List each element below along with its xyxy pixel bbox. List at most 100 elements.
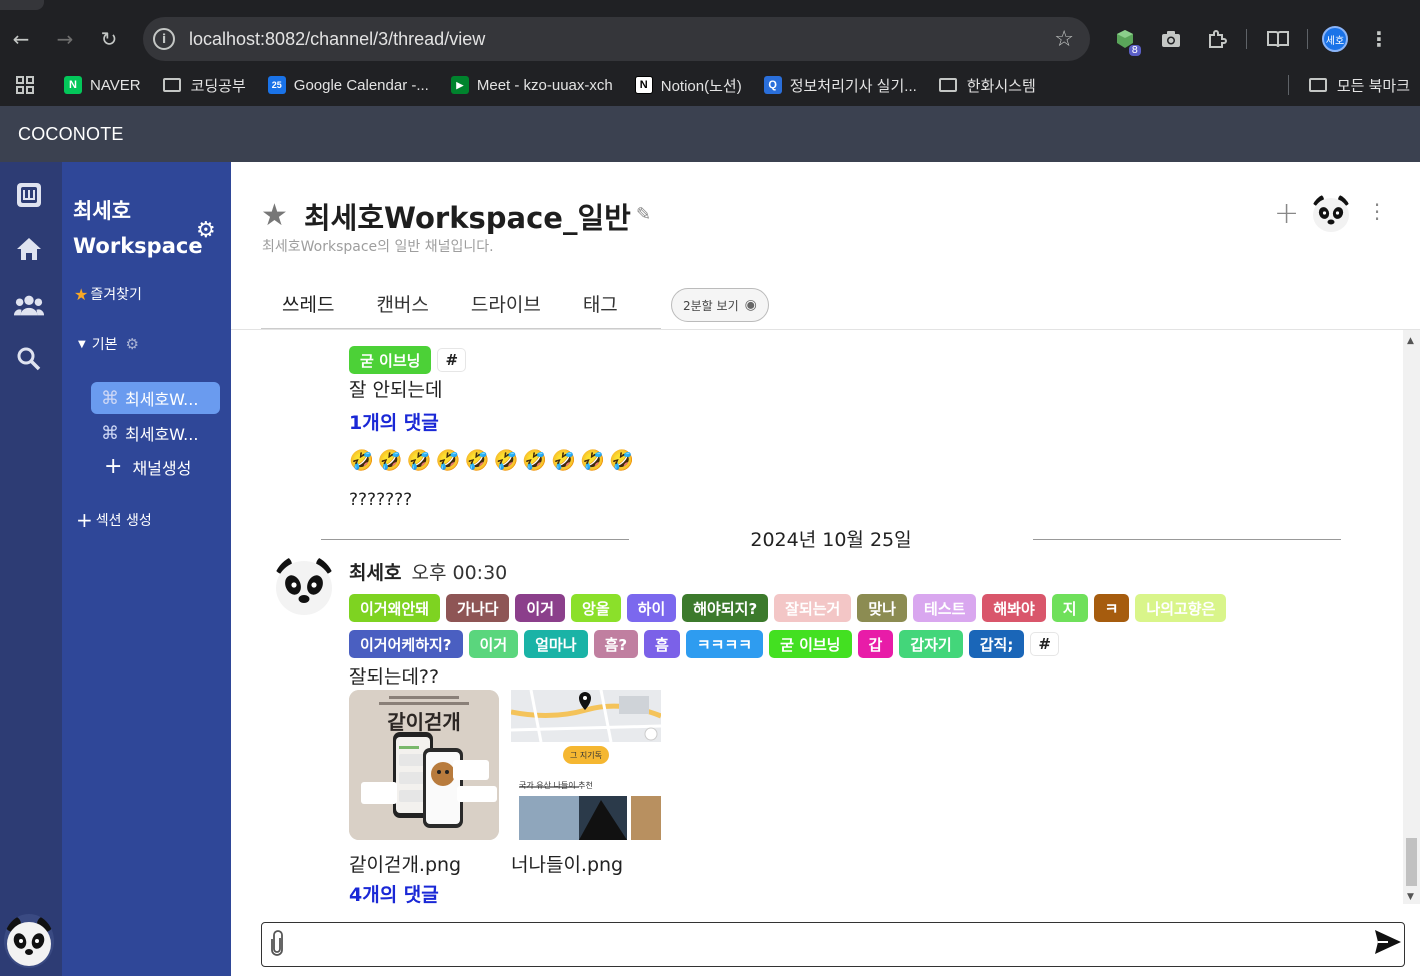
members-icon[interactable] bbox=[14, 290, 44, 320]
message-input[interactable] bbox=[261, 922, 1405, 967]
caret-down-icon[interactable]: ▼ bbox=[78, 339, 86, 350]
file-attachment[interactable]: 같이걷개 같이걷개.png bbox=[349, 690, 499, 877]
profile-avatar[interactable]: 세호 bbox=[1322, 26, 1348, 52]
bookmark-notion[interactable]: N Notion(노션) bbox=[634, 75, 742, 96]
thread-tag[interactable]: 이거왜안돼 bbox=[349, 594, 441, 622]
add-tag-hash[interactable]: # bbox=[437, 348, 467, 372]
back-icon[interactable]: ← bbox=[4, 22, 38, 56]
author-name[interactable]: 최세호 bbox=[349, 562, 401, 584]
notion-icon: N bbox=[634, 76, 653, 94]
feed-scrollbar[interactable]: ▲ ▼ bbox=[1403, 330, 1420, 904]
thread-tag[interactable]: 해야되지? bbox=[682, 594, 769, 622]
thread-tag[interactable]: 앙올 bbox=[571, 594, 621, 622]
reload-icon[interactable]: ↻ bbox=[92, 22, 126, 56]
browser-toolbar: ← → ↻ i localhost:8082/channel/3/thread/… bbox=[0, 14, 1420, 64]
camera-icon[interactable] bbox=[1154, 22, 1188, 56]
site-info-icon[interactable]: i bbox=[153, 28, 175, 50]
bookmark-google-calendar[interactable]: 25 Google Calendar -... bbox=[267, 76, 429, 94]
section-settings-icon[interactable]: ⚙ bbox=[125, 335, 138, 353]
add-member-icon[interactable]: + bbox=[1274, 196, 1299, 231]
bookmark-folder-hanwha[interactable]: 한화시스템 bbox=[938, 75, 1036, 96]
date-label: 2024년 10월 25일 bbox=[750, 529, 912, 551]
tab-canvas[interactable]: 캔버스 bbox=[355, 282, 449, 330]
scroll-down-icon[interactable]: ▼ bbox=[1407, 892, 1414, 902]
thread-tag[interactable]: 갑자기 bbox=[899, 630, 963, 658]
file-thumbnail[interactable]: 그 지기독 국가 유산 나들이 추천 bbox=[511, 690, 661, 840]
thread-tag[interactable]: 얼마나 bbox=[524, 630, 588, 658]
comments-link[interactable]: 1개의 댓글 bbox=[349, 408, 439, 435]
meet-icon: ▶ bbox=[450, 76, 469, 94]
file-thumbnail[interactable]: 같이걷개 bbox=[349, 690, 499, 840]
section-header[interactable]: ▼ 기본 ⚙ bbox=[78, 334, 139, 354]
thread-tag[interactable]: 잘되는거 bbox=[774, 594, 852, 622]
scroll-thumb[interactable] bbox=[1406, 838, 1417, 886]
extension-cube-icon[interactable]: 8 bbox=[1108, 22, 1142, 56]
forward-icon[interactable]: → bbox=[48, 22, 82, 56]
thread-tag[interactable]: ㅋㅋㅋㅋ bbox=[685, 630, 764, 658]
thread-tag[interactable]: 이거 bbox=[515, 594, 566, 622]
thread-tag[interactable]: 테스트 bbox=[912, 594, 977, 622]
bookmark-exam[interactable]: Q 정보처리기사 실기... bbox=[763, 75, 917, 96]
thread-tag[interactable]: 나의고향은 bbox=[1135, 594, 1227, 622]
scroll-up-icon[interactable]: ▲ bbox=[1407, 336, 1414, 346]
channel-item[interactable]: ⌘ 최세호W... bbox=[91, 417, 220, 449]
file-name[interactable]: 같이걷개.png bbox=[349, 850, 499, 877]
thread-tag[interactable]: 갑 bbox=[857, 630, 894, 658]
thread-tag[interactable]: 이거어케하지? bbox=[349, 630, 463, 658]
channel-sidebar: 최세호 Workspace ⚙ ★ 즐겨찾기 ▼ 기본 ⚙ ⌘ 최세호W... … bbox=[62, 162, 231, 976]
thread-tag[interactable]: 이거 bbox=[468, 630, 519, 658]
send-icon[interactable] bbox=[1374, 929, 1402, 962]
url-text[interactable]: localhost:8082/channel/3/thread/view bbox=[189, 29, 485, 50]
workspace-name[interactable]: 최세호 Workspace bbox=[73, 194, 203, 264]
puzzle-icon[interactable] bbox=[1200, 22, 1234, 56]
workspace-name-line: 최세호 bbox=[73, 199, 131, 223]
tab-drive[interactable]: 드라이브 bbox=[450, 282, 562, 330]
thread-tag[interactable]: 지 bbox=[1051, 594, 1088, 622]
thread-tag[interactable]: 하이 bbox=[626, 594, 677, 622]
reading-list-icon[interactable] bbox=[1261, 22, 1295, 56]
thread-tag[interactable]: 맞나 bbox=[857, 594, 907, 622]
browser-menu-icon[interactable]: ⋮ bbox=[1362, 22, 1396, 56]
channel-item[interactable]: ⌘ 최세호W... bbox=[91, 382, 220, 414]
bookmark-star-icon[interactable]: ☆ bbox=[1054, 27, 1074, 52]
thread-tag[interactable]: 갑직; bbox=[968, 630, 1025, 658]
bookmark-naver[interactable]: N NAVER bbox=[64, 76, 141, 94]
thread-tag[interactable]: 해봐야 bbox=[982, 594, 1046, 622]
user-avatar[interactable] bbox=[4, 914, 54, 968]
attach-clip-icon[interactable] bbox=[270, 930, 284, 962]
tab-tag[interactable]: 태그 bbox=[562, 282, 639, 330]
favorites-section[interactable]: ★ 즐겨찾기 bbox=[74, 284, 142, 304]
split-view-button[interactable]: 2분할 보기 ◉ bbox=[671, 288, 769, 322]
workspace-name-line: Workspace bbox=[73, 234, 203, 258]
author-avatar[interactable] bbox=[273, 554, 335, 616]
add-channel-button[interactable]: + 채널생성 bbox=[104, 455, 191, 479]
apps-grid-icon[interactable] bbox=[16, 76, 34, 94]
comments-link[interactable]: 4개의 댓글 bbox=[349, 880, 439, 904]
thread-tag[interactable]: ㅋ bbox=[1093, 594, 1130, 622]
file-name[interactable]: 너나들이.png bbox=[511, 850, 661, 877]
home-icon[interactable] bbox=[14, 234, 44, 264]
edit-pencil-icon[interactable]: ✎ bbox=[636, 204, 651, 225]
thread-tag[interactable]: 가나다 bbox=[446, 594, 510, 622]
thread-tag[interactable]: 흠? bbox=[593, 630, 639, 658]
tab-thread[interactable]: 쓰레드 bbox=[261, 282, 356, 330]
favorite-star-icon[interactable]: ★ bbox=[261, 198, 288, 233]
search-icon[interactable] bbox=[14, 344, 44, 374]
all-bookmarks-folder[interactable]: 모든 북마크 bbox=[1308, 75, 1410, 96]
active-tab[interactable] bbox=[0, 0, 44, 10]
thread-tag[interactable]: 굳 이브닝 bbox=[769, 630, 852, 658]
address-bar[interactable]: i localhost:8082/channel/3/thread/view ☆ bbox=[143, 17, 1090, 61]
workspace-settings-icon[interactable]: ⚙ bbox=[196, 218, 216, 243]
thread-tag[interactable]: 흠 bbox=[644, 630, 680, 658]
workspace-icon[interactable] bbox=[14, 180, 44, 210]
add-tag-hash[interactable]: # bbox=[1030, 632, 1059, 656]
thread-tag[interactable]: 굳 이브닝 bbox=[349, 346, 432, 374]
more-options-icon[interactable]: · · · bbox=[1372, 195, 1382, 229]
file-attachment[interactable]: 그 지기독 국가 유산 나들이 추천 너나들이.png bbox=[511, 690, 661, 877]
bookmark-folder-coding[interactable]: 코딩공부 bbox=[162, 75, 246, 96]
member-avatar[interactable] bbox=[1311, 193, 1351, 233]
app-brand[interactable]: COCONOTE bbox=[18, 124, 124, 145]
add-section-button[interactable]: + 섹션 생성 bbox=[76, 510, 152, 530]
thumbnail-badge: 그 지기독 bbox=[563, 746, 609, 764]
bookmark-meet[interactable]: ▶ Meet - kzo-uuax-xch bbox=[450, 76, 613, 94]
